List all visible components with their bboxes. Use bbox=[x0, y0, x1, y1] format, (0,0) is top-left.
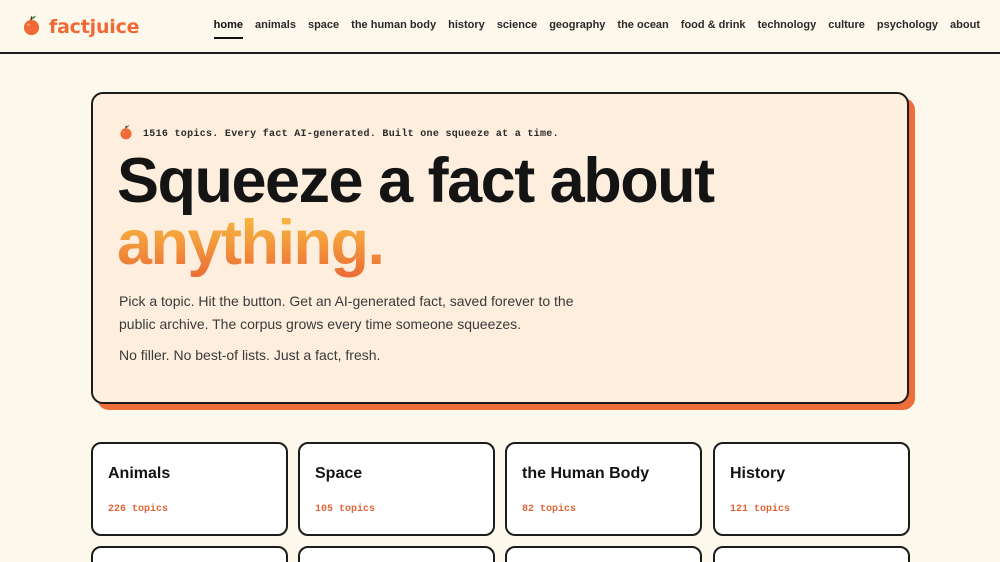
nav-the-ocean[interactable]: the ocean bbox=[617, 18, 668, 38]
headline-accent-word: anything. bbox=[117, 208, 385, 278]
top-navigation-bar: factjuice home animals space the human b… bbox=[0, 0, 1000, 54]
nav-technology[interactable]: technology bbox=[758, 18, 817, 38]
topic-card-the-human-body[interactable]: the Human Body 82 topics bbox=[505, 442, 702, 536]
brand-name: factjuice bbox=[49, 16, 140, 38]
topic-card-history[interactable]: History 121 topics bbox=[713, 442, 910, 536]
topic-card-animals[interactable]: Animals 226 topics bbox=[91, 442, 288, 536]
topic-card[interactable] bbox=[298, 546, 495, 562]
orange-fruit-icon bbox=[119, 124, 133, 145]
hero-paragraph-2: No filler. No best-of lists. Just a fact… bbox=[119, 347, 381, 363]
topic-card-count: 121 topics bbox=[730, 504, 791, 515]
topic-card-title: Space bbox=[315, 465, 363, 482]
tagline-text: 1516 topics. Every fact AI-generated. Bu… bbox=[143, 129, 559, 140]
nav-culture[interactable]: culture bbox=[828, 18, 865, 38]
topic-card-space[interactable]: Space 105 topics bbox=[298, 442, 495, 536]
hero-description: Pick a topic. Hit the button. Get an AI-… bbox=[119, 290, 599, 367]
nav-food-drink[interactable]: food & drink bbox=[681, 18, 746, 38]
topic-card[interactable] bbox=[713, 546, 910, 562]
topic-card-title: Animals bbox=[108, 465, 171, 482]
nav-science[interactable]: science bbox=[497, 18, 537, 38]
orange-fruit-icon bbox=[22, 14, 41, 41]
topic-card-count: 105 topics bbox=[315, 504, 376, 515]
topic-card-count: 82 topics bbox=[522, 504, 577, 515]
brand-logo[interactable]: factjuice bbox=[22, 13, 140, 41]
nav-home[interactable]: home bbox=[213, 18, 244, 39]
hero-tagline: 1516 topics. Every fact AI-generated. Bu… bbox=[119, 124, 559, 145]
topic-card[interactable] bbox=[505, 546, 702, 562]
nav-psychology[interactable]: psychology bbox=[877, 18, 938, 38]
hero-card: 1516 topics. Every fact AI-generated. Bu… bbox=[91, 92, 909, 404]
nav-the-human-body[interactable]: the human body bbox=[351, 18, 436, 38]
topic-card-title: the Human Body bbox=[522, 465, 650, 482]
headline-line-1: Squeeze a fact about bbox=[117, 146, 715, 216]
nav-animals[interactable]: animals bbox=[255, 18, 296, 38]
topic-card-count: 226 topics bbox=[108, 504, 169, 515]
hero-headline: Squeeze a fact about anything. bbox=[117, 150, 715, 275]
nav-history[interactable]: history bbox=[448, 18, 485, 38]
nav-about[interactable]: about bbox=[950, 18, 980, 38]
topic-card-title: History bbox=[730, 465, 786, 482]
main-nav: home animals space the human body histor… bbox=[213, 18, 980, 39]
nav-geography[interactable]: geography bbox=[549, 18, 605, 38]
hero-paragraph-1: Pick a topic. Hit the button. Get an AI-… bbox=[119, 293, 574, 332]
topic-card[interactable] bbox=[91, 546, 288, 562]
nav-space[interactable]: space bbox=[308, 18, 339, 38]
